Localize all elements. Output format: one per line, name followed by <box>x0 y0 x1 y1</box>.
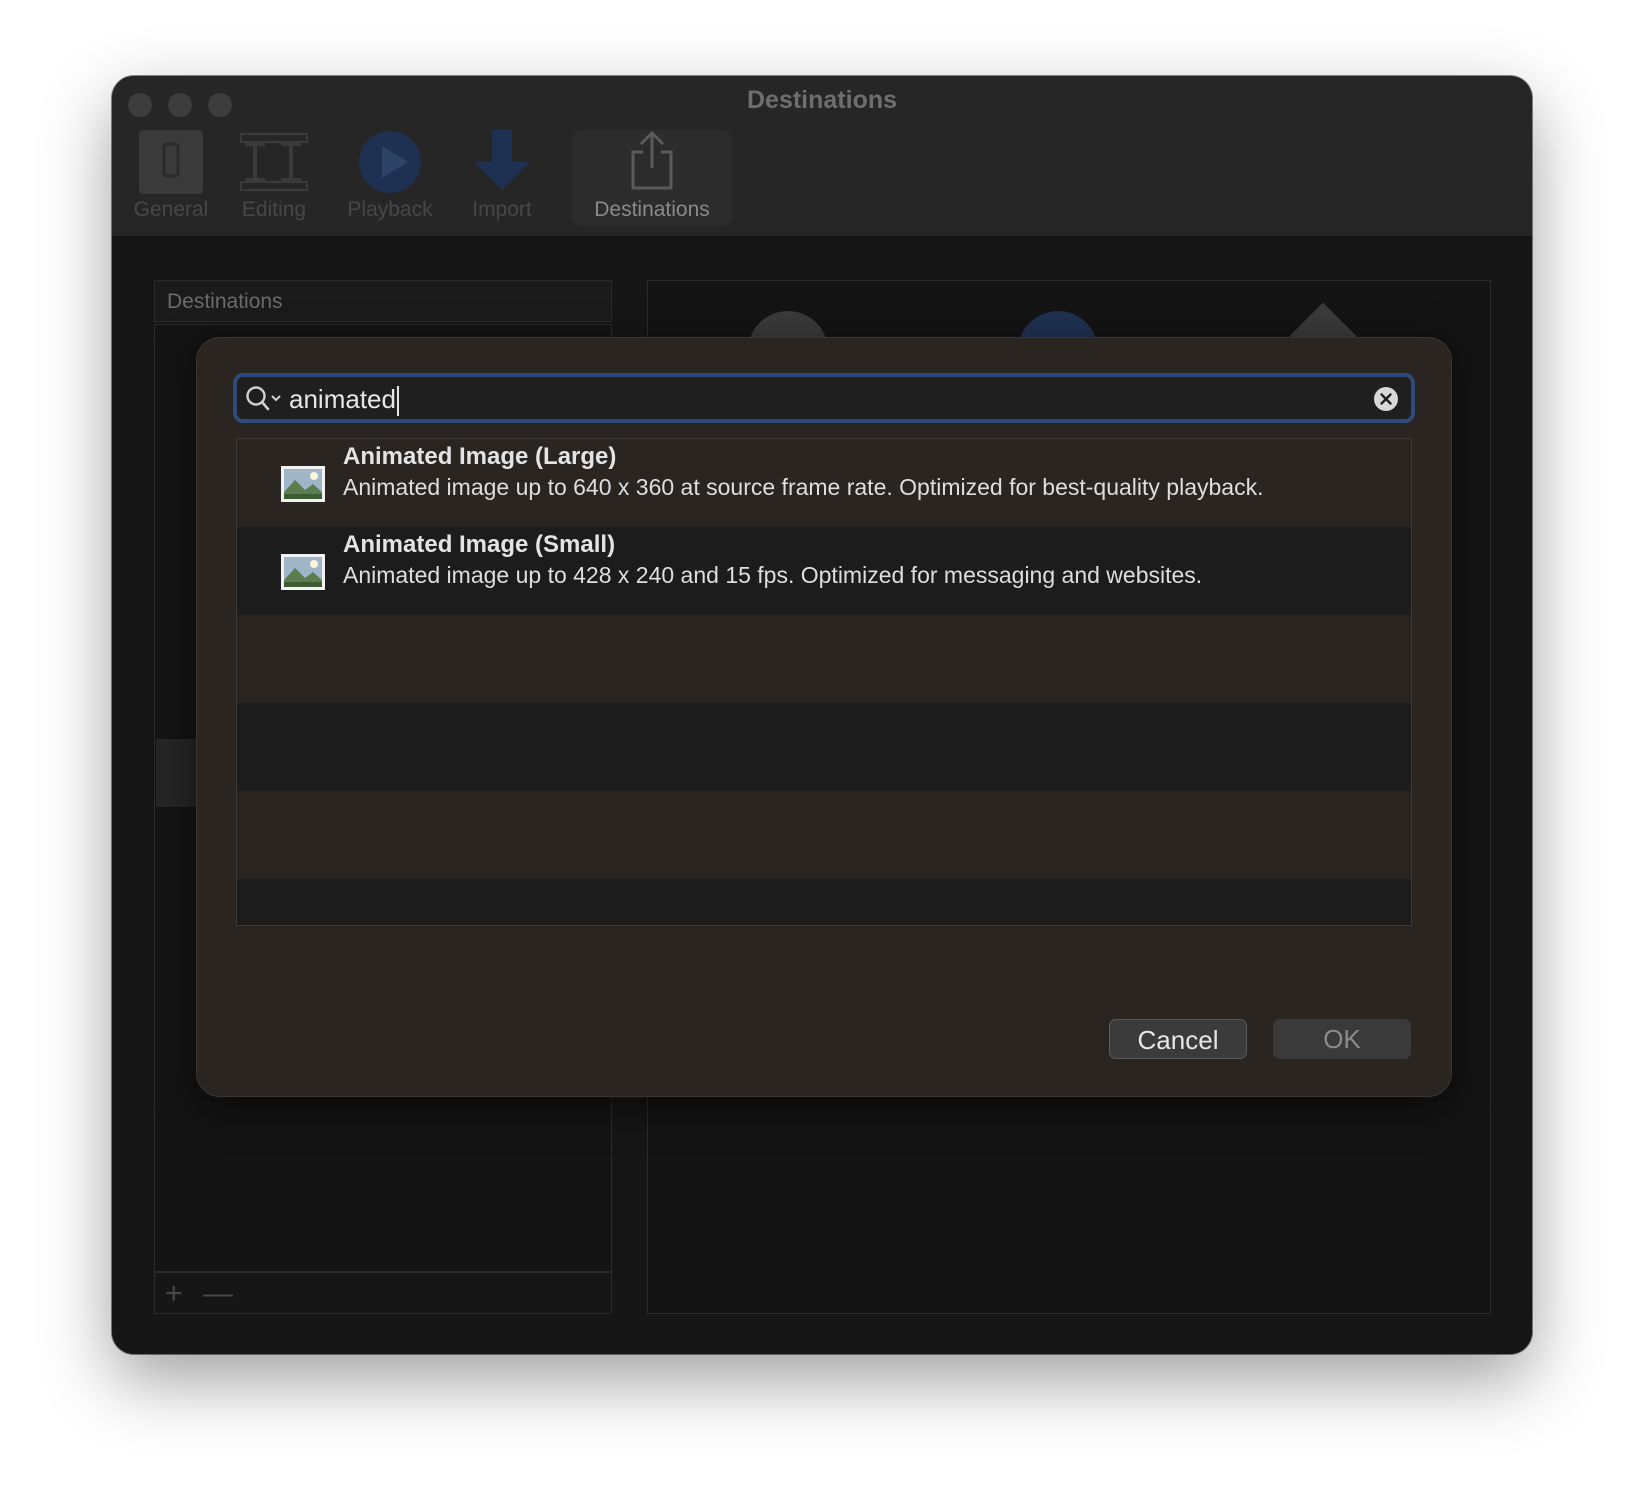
result-description: Animated image up to 428 x 240 and 15 fp… <box>343 562 1203 588</box>
toolbar-import-label: Import <box>472 198 532 221</box>
result-description: Animated image up to 640 x 360 at source… <box>343 474 1264 500</box>
share-icon <box>631 130 673 190</box>
list-item-selected[interactable] <box>156 739 196 807</box>
search-input[interactable]: animated <box>233 373 1415 423</box>
ok-button[interactable]: OK <box>1273 1019 1411 1059</box>
empty-row <box>237 615 1411 703</box>
toolbar-playback[interactable]: Playback <box>330 130 450 226</box>
toolbar-destinations-label: Destinations <box>594 198 710 221</box>
play-icon <box>359 131 421 193</box>
empty-row <box>237 791 1411 879</box>
toolbar-general-label: General <box>133 198 209 221</box>
clear-icon[interactable] <box>1373 386 1399 412</box>
search-value[interactable]: animated <box>289 383 399 417</box>
add-destination-button[interactable]: + <box>165 1277 183 1311</box>
toolbar-editing-label: Editing <box>241 198 307 221</box>
sidebar-footer: + — <box>154 1272 612 1314</box>
text-caret <box>396 386 399 417</box>
toolbar-destinations[interactable]: Destinations <box>572 130 732 226</box>
toolbar-import[interactable]: Import <box>456 130 548 226</box>
add-destination-sheet: animated Animated Image (Large) Animated… <box>196 337 1452 1097</box>
image-icon <box>281 554 325 590</box>
result-title: Animated Image (Large) <box>343 443 617 470</box>
result-row-small[interactable]: Animated Image (Small) Animated image up… <box>237 527 1411 615</box>
window-title: Destinations <box>746 86 898 114</box>
toolbar-general[interactable]: General <box>124 130 218 226</box>
phone-icon <box>139 130 203 194</box>
results-list[interactable]: Animated Image (Large) Animated image up… <box>236 438 1412 926</box>
titlebar: Destinations General Editing Playback Im… <box>112 76 1532 237</box>
search-icon[interactable] <box>245 385 285 413</box>
remove-destination-button[interactable]: — <box>203 1277 233 1311</box>
film-strip-icon <box>240 133 308 191</box>
sidebar-header: Destinations <box>154 280 612 322</box>
empty-row <box>237 879 1411 925</box>
down-arrow-icon <box>474 130 530 190</box>
toolbar-editing[interactable]: Editing <box>230 130 318 226</box>
empty-row <box>237 703 1411 791</box>
image-icon <box>281 466 325 502</box>
result-title: Animated Image (Small) <box>343 531 616 558</box>
cancel-button[interactable]: Cancel <box>1109 1019 1247 1059</box>
result-row-large[interactable]: Animated Image (Large) Animated image up… <box>237 439 1411 527</box>
toolbar-playback-label: Playback <box>347 198 433 221</box>
